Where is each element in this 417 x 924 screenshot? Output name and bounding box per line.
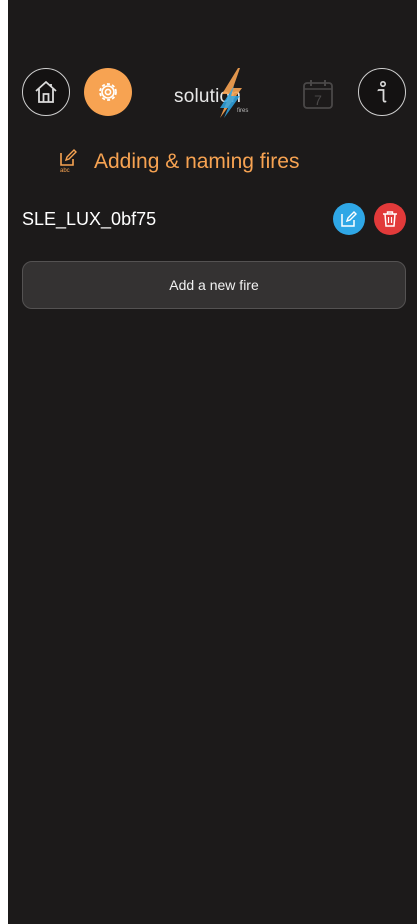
calendar-icon: 7 bbox=[303, 80, 333, 109]
gear-icon bbox=[99, 83, 117, 101]
section-heading: abc Adding & naming fires bbox=[58, 146, 299, 178]
home-button[interactable] bbox=[22, 68, 70, 116]
calendar-button[interactable]: 7 bbox=[302, 78, 334, 110]
logo-subtext: fires bbox=[237, 108, 249, 114]
info-icon bbox=[377, 80, 387, 103]
top-navigation-bar: solution fires 7 bbox=[8, 68, 417, 124]
edit-icon bbox=[341, 211, 357, 227]
add-new-fire-label: Add a new fire bbox=[169, 277, 259, 293]
calendar-day: 7 bbox=[314, 92, 322, 108]
fire-name: SLE_LUX_0bf75 bbox=[22, 209, 157, 229]
fire-list-item: SLE_LUX_0bf75 bbox=[22, 202, 406, 236]
info-button[interactable] bbox=[358, 68, 406, 116]
trash-icon bbox=[383, 211, 397, 227]
edit-abc-icon: abc bbox=[58, 148, 78, 176]
edit-icon-caption: abc bbox=[60, 168, 70, 174]
home-icon bbox=[35, 81, 57, 103]
app-screen: solution fires 7 abc Adding & naming fir… bbox=[8, 0, 417, 924]
edit-fire-button[interactable] bbox=[333, 203, 365, 235]
delete-fire-button[interactable] bbox=[374, 203, 406, 235]
add-new-fire-button[interactable]: Add a new fire bbox=[22, 261, 406, 309]
settings-button[interactable] bbox=[84, 68, 132, 116]
page-title: Adding & naming fires bbox=[94, 150, 300, 173]
solution-fires-logo: solution fires bbox=[170, 68, 266, 118]
